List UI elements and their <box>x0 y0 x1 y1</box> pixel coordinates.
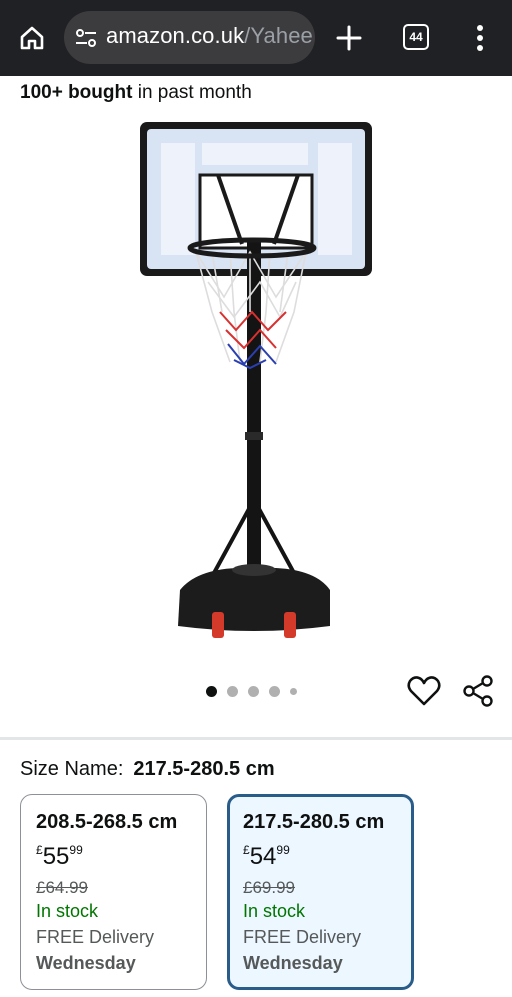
was-price: £69.99 <box>243 878 295 897</box>
carousel-dot[interactable] <box>248 685 259 697</box>
url-path: /Yahee <box>244 23 313 48</box>
delivery-day: Wednesday <box>36 953 136 973</box>
carousel-dot[interactable] <box>206 685 217 697</box>
price: £5599 <box>36 843 206 877</box>
delivery-day: Wednesday <box>243 953 343 973</box>
was-price: £64.99 <box>36 878 88 897</box>
price-currency: £ <box>36 843 43 857</box>
share-icon[interactable] <box>460 673 496 709</box>
delivery-info: FREE Delivery <box>36 927 155 947</box>
price-fraction: 99 <box>69 843 83 857</box>
size-option-card[interactable]: 208.5-268.5 cm £5599 £64.99 In stock FRE… <box>20 794 207 990</box>
price-whole: 54 <box>249 843 277 870</box>
carousel-dot[interactable] <box>290 687 297 695</box>
size-selector-label: Size Name: 217.5-280.5 cm <box>20 758 275 781</box>
tab-switcher-icon[interactable]: 44 <box>403 24 429 50</box>
price-currency: £ <box>243 843 250 857</box>
heart-icon[interactable] <box>406 673 442 709</box>
address-bar[interactable]: amazon.co.uk/Yahee <box>64 11 315 64</box>
section-divider <box>0 737 512 740</box>
url-text[interactable]: amazon.co.uk/Yahee <box>106 23 313 49</box>
size-option-name: 217.5-280.5 cm <box>243 811 385 833</box>
tab-count: 44 <box>409 30 423 44</box>
size-option-name: 208.5-268.5 cm <box>36 811 178 833</box>
home-button[interactable] <box>14 20 50 56</box>
carousel-dot[interactable] <box>227 685 238 697</box>
stock-status: In stock <box>36 901 99 921</box>
stock-status: In stock <box>243 901 306 921</box>
price: £5499 <box>243 843 411 877</box>
bought-rest: in past month <box>132 82 252 103</box>
tune-icon[interactable] <box>74 26 98 50</box>
image-carousel-indicator[interactable] <box>206 684 297 698</box>
size-option-card-selected[interactable]: 217.5-280.5 cm £5499 £69.99 In stock FRE… <box>227 794 414 990</box>
price-fraction: 99 <box>276 843 290 857</box>
bought-bold: 100+ bought <box>20 82 133 103</box>
bought-count: 100+ bought in past month <box>20 82 252 104</box>
delivery-info: FREE Delivery <box>243 927 362 947</box>
url-host: amazon.co.uk <box>106 23 245 48</box>
carousel-dot[interactable] <box>269 685 280 697</box>
browser-toolbar: amazon.co.uk/Yahee 44 <box>0 0 512 76</box>
home-icon <box>20 26 44 50</box>
size-label: Size Name: <box>20 758 124 780</box>
more-vert-icon[interactable] <box>468 22 492 54</box>
plus-icon[interactable] <box>333 22 365 54</box>
price-whole: 55 <box>42 843 70 870</box>
size-selected-value: 217.5-280.5 cm <box>133 758 275 780</box>
basketball-hoop-image[interactable] <box>130 112 382 652</box>
